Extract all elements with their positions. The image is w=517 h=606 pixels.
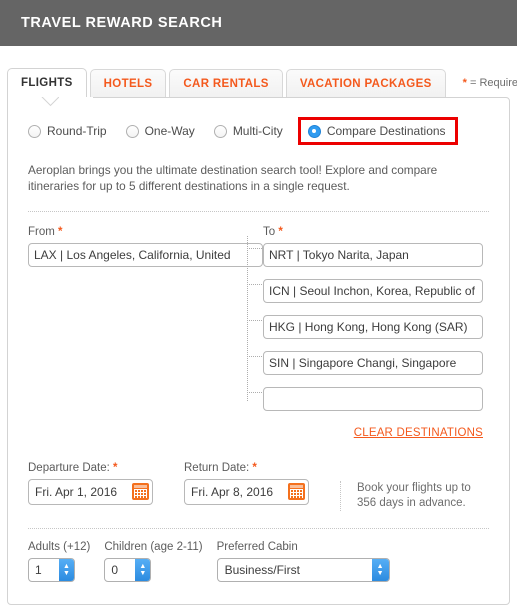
divider-bottom [28,528,489,529]
tab-car-rentals[interactable]: CAR RENTALS [169,69,283,97]
cabin-label: Preferred Cabin [216,541,298,553]
chevron-up-icon: ▲ [139,563,147,570]
departure-date-block: Departure Date: * [28,462,153,505]
calendar-icon-return[interactable] [288,483,305,500]
children-stepper[interactable]: 0 ▲ ▼ [104,558,152,582]
children-label: Children (age 2-11) [104,541,203,553]
clear-destinations-row: CLEAR DESTINATIONS [263,423,483,441]
destination-input-2[interactable] [263,279,483,303]
from-to-section: From * To * [28,226,489,441]
required-legend-text: = Required [469,77,517,89]
required-legend: * = Required [463,69,517,97]
adults-stepper[interactable]: 1 ▲ ▼ [28,558,75,582]
return-date-label: Return Date: * [184,462,309,474]
preferred-cabin-select[interactable]: Business/First ▲ ▼ [216,558,390,582]
divider-top [28,211,489,212]
adults-stepper-arrows-icon[interactable]: ▲ ▼ [59,559,74,581]
tab-hotels-label: HOTELS [103,78,153,90]
children-block: Children (age 2-11) 0 ▲ ▼ [104,541,203,582]
intro-description: Aeroplan brings you the ultimate destina… [28,163,438,193]
tab-hotels[interactable]: HOTELS [89,69,167,97]
adults-block: Adults (+12) 1 ▲ ▼ [28,541,90,582]
departure-date-wrap [28,479,153,505]
chevron-down-icon: ▼ [139,570,147,577]
tab-flights-label: FLIGHTS [21,77,73,89]
calendar-icon-return-grid [290,489,303,498]
to-column: To * NRT | Tokyo Narita, Japan ICN | Seo… [247,226,483,441]
return-required-star: * [252,462,257,474]
chevron-up-icon: ▲ [63,563,70,570]
destination-input-5[interactable] [263,387,483,411]
calendar-icon-departure-grid [134,489,147,498]
from-label-text: From [28,226,55,238]
tab-strip: FLIGHTS HOTELS CAR RENTALS VACATION PACK… [0,67,517,97]
clear-destinations-link[interactable]: CLEAR DESTINATIONS [354,427,483,439]
from-column: From * [28,226,263,441]
radio-round-trip-label: Round-Trip [47,124,107,138]
radio-round-trip[interactable]: Round-Trip [28,124,107,138]
preferred-cabin-arrows-icon[interactable]: ▲ ▼ [371,559,389,581]
adults-value: 1 [35,563,42,577]
trip-type-group: Round-Trip One-Way Multi-City Compare De… [28,98,489,145]
page-title: TRAVEL REWARD SEARCH [21,15,223,31]
passengers-section: Adults (+12) 1 ▲ ▼ Children (age 2-11) 0… [28,541,489,582]
search-form-panel: Round-Trip One-Way Multi-City Compare De… [7,97,510,605]
destination-input-1[interactable] [263,243,483,267]
radio-one-way[interactable]: One-Way [125,124,195,138]
children-value: 0 [111,563,119,577]
app-header: TRAVEL REWARD SEARCH [0,0,517,46]
to-required-star: * [278,226,283,238]
chevron-down-icon: ▼ [63,570,70,577]
radio-multi-city[interactable]: Multi-City [213,124,283,138]
chevron-up-icon: ▲ [376,563,384,570]
departure-required-star: * [113,462,118,474]
destination-field-5-wrap [263,387,483,411]
destination-field-2-wrap [263,279,483,303]
return-date-wrap [184,479,309,505]
radio-multi-city-icon [213,124,227,138]
destination-field-4-wrap [263,351,483,375]
to-label-text: To [263,226,276,238]
destination-input-3[interactable] [263,315,483,339]
destination-field-3-wrap [263,315,483,339]
return-date-block: Return Date: * [184,462,309,505]
radio-compare-destinations-label: Compare Destinations [326,124,446,138]
radio-one-way-label: One-Way [144,124,195,138]
cabin-block: Preferred Cabin Business/First ▲ ▼ [216,541,390,582]
departure-date-label-text: Departure Date: [28,462,110,474]
from-required-star: * [58,226,63,238]
to-label: To * [263,226,483,238]
from-input[interactable] [28,243,263,267]
from-label: From * [28,226,263,238]
radio-multi-city-label: Multi-City [232,124,283,138]
tab-flights[interactable]: FLIGHTS [7,68,87,97]
booking-window-note: Book your flights up to 356 days in adva… [340,481,489,511]
destination-field-1-wrap [263,243,483,267]
radio-round-trip-icon [28,124,41,138]
children-stepper-arrows-icon[interactable]: ▲ ▼ [135,559,151,581]
destination-input-4[interactable] [263,351,483,375]
active-tab-pointer-icon [41,97,59,107]
radio-one-way-icon [125,124,139,138]
chevron-down-icon: ▼ [376,570,384,577]
tab-car-rentals-label: CAR RENTALS [183,78,269,90]
return-date-label-text: Return Date: [184,462,250,474]
tab-vacation-packages-label: VACATION PACKAGES [299,78,432,90]
preferred-cabin-value: Business/First [224,563,300,577]
calendar-icon-departure[interactable] [132,483,149,500]
adults-label: Adults (+12) [28,541,91,553]
departure-date-label: Departure Date: * [28,462,153,474]
radio-compare-destinations[interactable]: Compare Destinations [297,117,458,145]
tab-vacation-packages[interactable]: VACATION PACKAGES [285,69,446,97]
dates-section: Departure Date: * Return Date: * [28,462,489,511]
radio-compare-destinations-icon [307,124,321,138]
